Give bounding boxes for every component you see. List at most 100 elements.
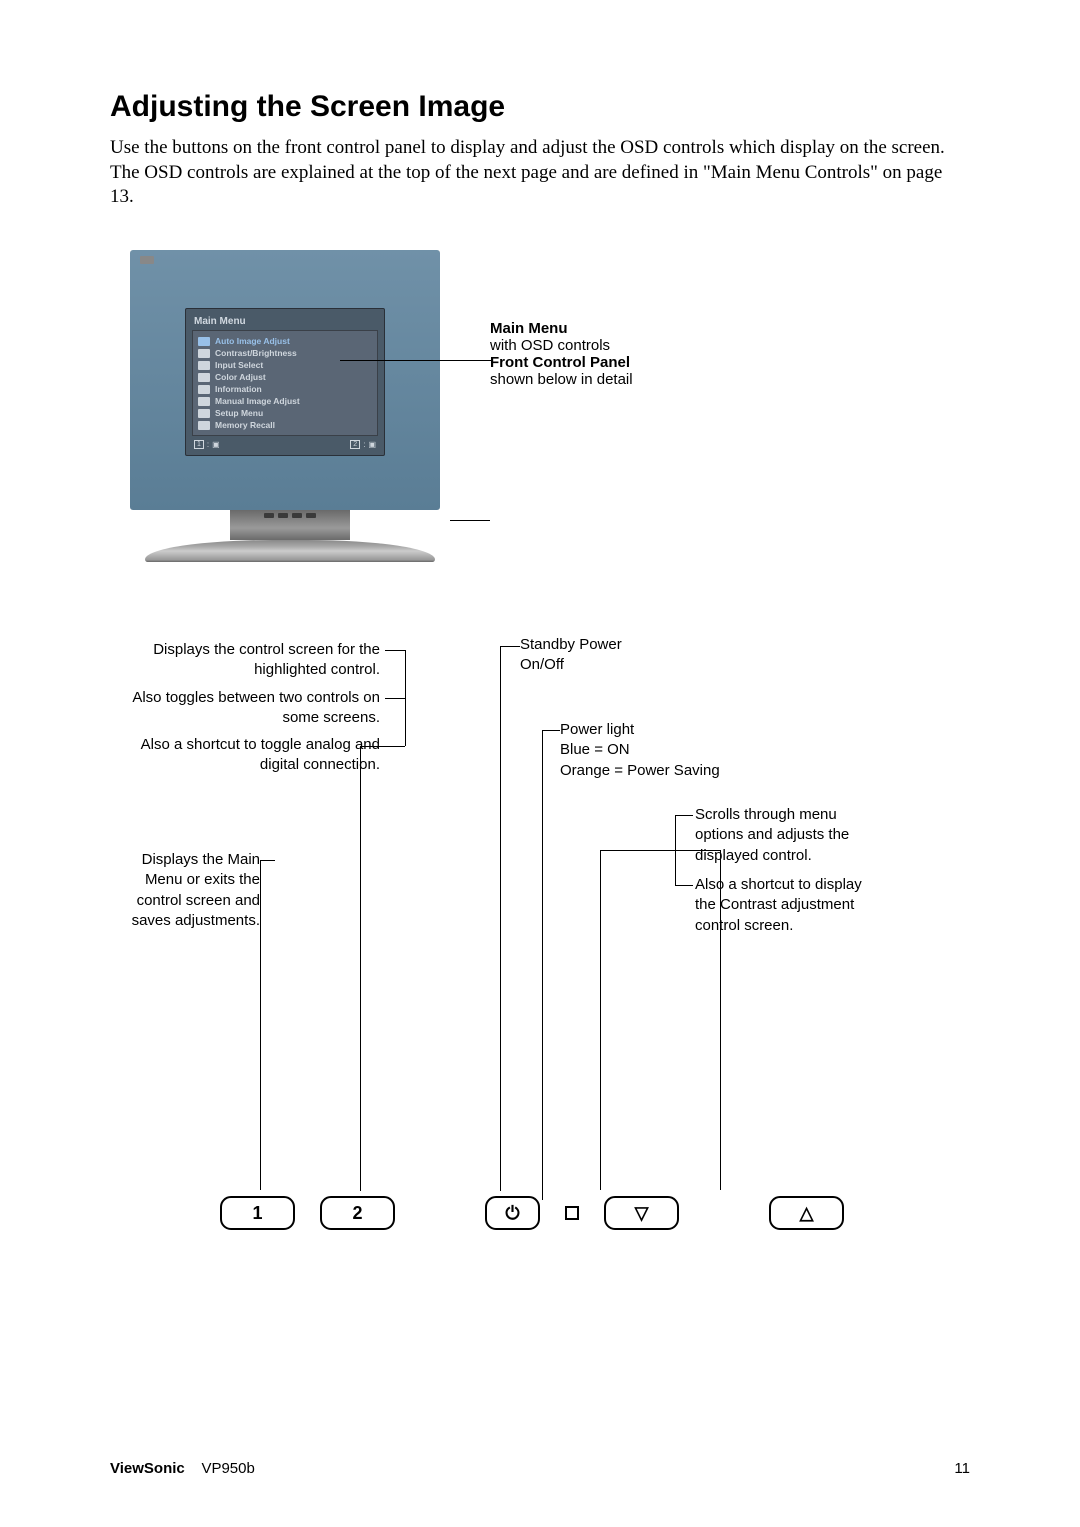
monitor-illustration: Main Menu Auto Image Adjust Contrast/Bri… [110,250,970,580]
callout-control-screen: Displays the control screen for the high… [110,640,380,681]
panel-btn [264,513,274,518]
page-heading: Adjusting the Screen Image [110,90,970,124]
callout-main-menu: Displays the Main Menu or exits the cont… [110,850,260,931]
button-1-label: 1 [252,1203,262,1224]
foot-colon: : [207,440,209,449]
osd-main-menu: Main Menu Auto Image Adjust Contrast/Bri… [185,308,385,456]
osd-item-setup: Setup Menu [198,407,372,419]
leader-line [385,650,405,651]
leader-line [600,850,720,851]
panel-title: Front Control Panel [490,354,633,371]
osd-item-label: Color Adjust [215,372,266,382]
main-menu-title: Main Menu [490,320,633,337]
panel-label: Front Control Panel shown below in detai… [490,354,633,388]
main-menu-label: Main Menu with OSD controls [490,320,633,354]
monitor-base [145,540,435,562]
power-light-line2: Blue = ON [560,740,720,760]
leader-line [500,646,501,1191]
monitor-stand [230,510,350,540]
button-2-label: 2 [352,1203,362,1224]
main-menu-sub: with OSD controls [490,337,633,354]
button-1[interactable]: 1 [220,1196,295,1230]
osd-title: Main Menu [192,313,378,330]
callout-toggle: Also toggles between two controls on som… [110,688,380,729]
enter-icon: ▣ [368,440,376,449]
webcam-icon [140,256,154,264]
osd-item-memory: Memory Recall [198,419,372,431]
manual-icon [198,397,210,406]
power-light-line3: Orange = Power Saving [560,761,720,781]
up-button[interactable]: △ [769,1196,844,1230]
osd-item-contrast: Contrast/Brightness [198,347,372,359]
color-icon [198,373,210,382]
monitor-graphic: Main Menu Auto Image Adjust Contrast/Bri… [130,250,450,562]
osd-footer: 1:▣ 2:▣ [192,436,378,449]
standby-line2: On/Off [520,655,622,675]
callout-standby: Standby Power On/Off [520,635,622,676]
osd-item-manual: Manual Image Adjust [198,395,372,407]
button-2[interactable]: 2 [320,1196,395,1230]
leader-line [405,650,406,746]
up-icon: △ [800,1203,814,1224]
front-panel-buttons [264,513,316,518]
setup-icon [198,409,210,418]
down-button[interactable]: ▽ [604,1196,679,1230]
power-button[interactable]: ⏻ [485,1196,540,1230]
power-icon: ⏻ [505,1203,519,1224]
leader-line [260,860,261,1190]
leader-line [542,730,543,1200]
exit-icon: ▣ [212,440,220,449]
leader-line [675,815,693,816]
osd-item-label: Memory Recall [215,420,275,430]
osd-item-label: Input Select [215,360,263,370]
callout-shortcut-contrast: Also a shortcut to display the Contrast … [695,875,875,936]
osd-item-auto-image: Auto Image Adjust [198,335,372,347]
intro-paragraph: Use the buttons on the front control pan… [110,136,970,210]
leader-line [340,360,492,361]
info-icon [198,385,210,394]
leader-line [600,850,601,1190]
auto-image-icon [198,337,210,346]
page-number: 11 [954,1460,970,1477]
power-light-line1: Power light [560,720,720,740]
callout-scroll: Scrolls through menu options and adjusts… [695,805,875,866]
leader-line [500,646,520,647]
footer-left: ViewSonic VP950b [110,1460,255,1477]
foot-num-1: 1 [194,440,204,449]
input-icon [198,361,210,370]
panel-btn [278,513,288,518]
down-icon: ▽ [635,1203,649,1224]
contrast-icon [198,349,210,358]
leader-line [675,885,693,886]
osd-footer-left: 1:▣ [194,440,220,449]
control-panel-diagram: Displays the control screen for the high… [110,640,970,1240]
leader-line [450,520,490,521]
footer-model: VP950b [201,1460,254,1477]
leader-line [260,860,275,861]
leader-line [720,850,721,1190]
monitor-screen: Main Menu Auto Image Adjust Contrast/Bri… [130,250,440,510]
callout-shortcut-analog: Also a shortcut to toggle analog and dig… [110,735,380,776]
monitor-labels: Main Menu with OSD controls Front Contro… [490,320,633,388]
callout-power-light: Power light Blue = ON Orange = Power Sav… [560,720,720,781]
osd-menu-list: Auto Image Adjust Contrast/Brightness In… [192,330,378,436]
button-row: 1 2 ⏻ ▽ △ [220,1196,844,1230]
foot-num-2: 2 [350,440,360,449]
panel-btn [292,513,302,518]
leader-line [385,698,405,699]
footer-brand: ViewSonic [110,1460,185,1477]
panel-sub: shown below in detail [490,371,633,388]
osd-item-label: Information [215,384,262,394]
foot-colon: : [363,440,365,449]
power-led [565,1206,579,1220]
standby-line1: Standby Power [520,635,622,655]
osd-footer-right: 2:▣ [350,440,376,449]
panel-btn [306,513,316,518]
osd-item-label: Contrast/Brightness [215,348,297,358]
leader-line [542,730,560,731]
osd-item-color: Color Adjust [198,371,372,383]
osd-item-label: Manual Image Adjust [215,396,300,406]
osd-item-label: Auto Image Adjust [215,336,290,346]
page-footer: ViewSonic VP950b 11 [110,1460,970,1477]
osd-item-info: Information [198,383,372,395]
